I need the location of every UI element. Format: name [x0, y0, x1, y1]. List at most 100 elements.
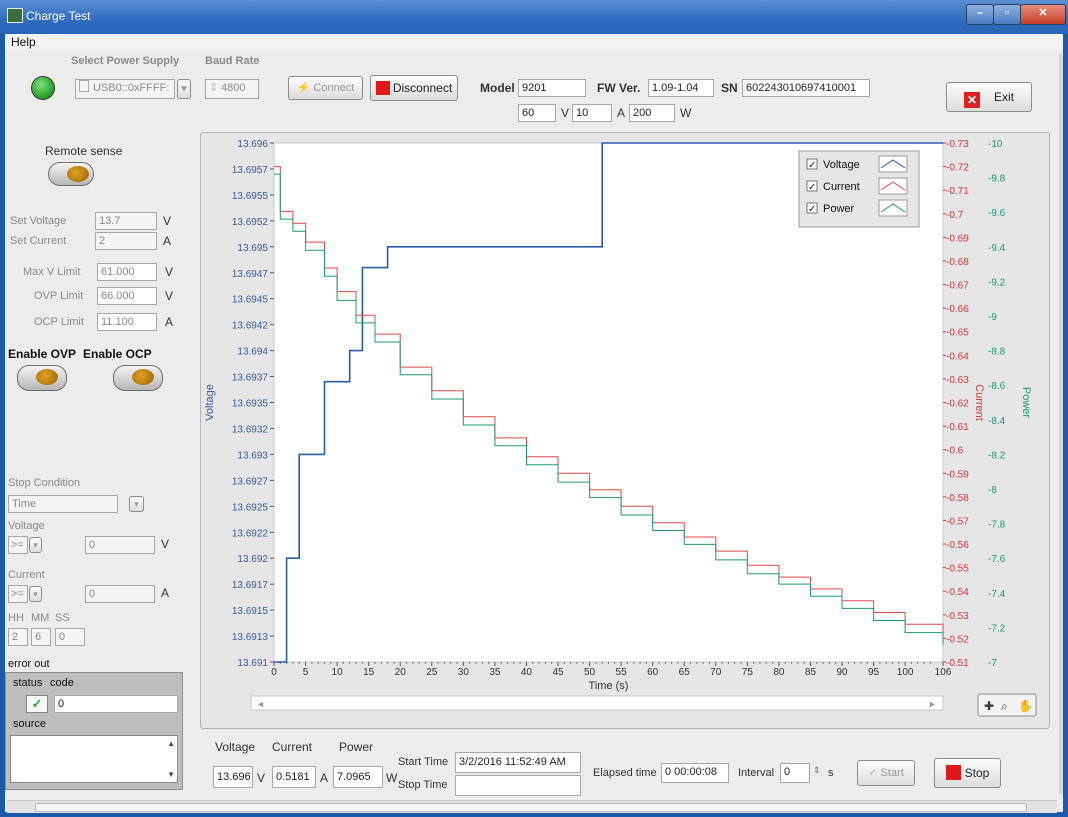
current-reading-label: Current: [272, 740, 313, 754]
y-right-current-tick-label: -0.65: [946, 328, 969, 339]
close-icon[interactable]: ✕: [1020, 4, 1066, 25]
current-condition-field[interactable]: 0: [85, 585, 155, 603]
enable-ocp-label: Enable OCP: [83, 347, 152, 361]
error-out-label: error out: [8, 658, 50, 670]
y-right-power-tick-label: -9.8: [988, 174, 1006, 185]
y-right-power-tick-label: -7.8: [988, 520, 1006, 531]
y-right-power-tick-label: -8.8: [988, 347, 1006, 358]
y-right-power-tick-label: -8: [988, 485, 997, 496]
status-label: status: [13, 677, 43, 689]
y-left-tick-label: 13.6932: [232, 424, 269, 435]
y-left-tick-label: 13.6915: [232, 606, 269, 617]
x-tick-label: 35: [489, 667, 501, 678]
x-axis-title: Time (s): [589, 680, 629, 692]
exit-button[interactable]: ✕ Exit: [946, 82, 1032, 112]
voltage-op-select[interactable]: >=: [8, 536, 28, 554]
browse-icon[interactable]: ▾: [177, 79, 191, 99]
ocp-limit-unit: A: [165, 315, 174, 329]
interval-unit: s: [828, 767, 834, 779]
legend-swatch: [878, 177, 908, 195]
x-tick-label: 90: [836, 667, 848, 678]
x-tick-label: 106: [935, 667, 952, 678]
max-power-unit: W: [680, 106, 692, 120]
scroll-down-icon[interactable]: ▼: [167, 770, 175, 779]
y-left-tick-label: 13.6947: [232, 269, 269, 280]
set-voltage-unit: V: [163, 214, 172, 228]
set-current-field[interactable]: 2: [95, 232, 157, 250]
x-tick-label: 65: [679, 667, 691, 678]
ocp-limit-field[interactable]: 11.100: [97, 313, 157, 331]
stop-condition-select[interactable]: Time: [8, 495, 118, 513]
y-right-current-tick-label: -0.61: [946, 422, 969, 433]
start-time-label: Start Time: [398, 756, 449, 768]
menu-help[interactable]: Help: [11, 35, 36, 49]
x-tick-label: 30: [458, 667, 470, 678]
connect-button[interactable]: ⚡ Connect: [288, 76, 363, 100]
start-button[interactable]: ✔ Start: [857, 760, 915, 786]
disconnect-button[interactable]: Disconnect: [370, 75, 458, 101]
y-right-current-tick-label: -0.54: [946, 587, 969, 598]
y-left-tick-label: 13.696: [237, 139, 268, 150]
x-tick-label: 45: [552, 667, 564, 678]
mm-field[interactable]: 6: [31, 628, 51, 646]
current-condition-label: Current: [8, 569, 45, 581]
current-op-dropdown-icon[interactable]: ▾: [29, 586, 42, 602]
set-voltage-label: Set Voltage: [10, 215, 67, 227]
set-voltage-field[interactable]: 13.7: [95, 212, 157, 230]
vertical-scrollbar[interactable]: [1059, 54, 1063, 794]
stop-button[interactable]: Stop: [934, 758, 1001, 788]
voltage-condition-field[interactable]: 0: [85, 536, 155, 554]
error-source-field: ▲ ▼: [10, 735, 178, 783]
current-op-select[interactable]: >=: [8, 585, 28, 603]
y-left-tick-label: 13.6955: [232, 191, 269, 202]
stop-time-field: [455, 775, 581, 796]
y-right-current-tick-label: -0.56: [946, 540, 969, 551]
connection-status-led: [31, 76, 55, 100]
sn-label: SN: [721, 81, 738, 95]
y-right-power-tick-label: -9: [988, 312, 997, 323]
enable-ovp-toggle[interactable]: [17, 365, 67, 391]
remote-sense-label: Remote sense: [45, 144, 123, 158]
y-right-current-tick-label: -0.68: [946, 257, 969, 268]
chart-svg: 13.69613.695713.695513.695213.69513.6947…: [204, 139, 1037, 717]
model-label: Model: [480, 81, 515, 95]
y-right-current-tick-label: -0.6: [946, 446, 964, 457]
remote-sense-toggle[interactable]: [48, 162, 94, 186]
y-left-tick-label: 13.6952: [232, 217, 269, 228]
ss-field[interactable]: 0: [55, 628, 85, 646]
hh-field[interactable]: 2: [8, 628, 28, 646]
y-left-tick-label: 13.6913: [232, 632, 269, 643]
title-bar: Charge Test – ▫ ✕: [0, 0, 1068, 34]
scroll-up-icon[interactable]: ▲: [167, 739, 175, 748]
voltage-op-dropdown-icon[interactable]: ▾: [29, 537, 42, 553]
scroll-left-icon: ◄: [256, 699, 265, 709]
fw-version-label: FW Ver.: [597, 81, 641, 95]
y-right-current-tick-label: -0.57: [946, 516, 969, 527]
baud-rate-field[interactable]: ⇕ 4800: [205, 79, 259, 99]
ovp-limit-field[interactable]: 66.000: [97, 287, 157, 305]
x-tick-label: 20: [395, 667, 407, 678]
horizontal-scroll-thumb[interactable]: [35, 803, 1027, 812]
dropdown-icon[interactable]: ▾: [129, 496, 144, 512]
legend-label: Power: [823, 203, 855, 215]
y-right-power-tick-label: -8.6: [988, 381, 1006, 392]
max-v-limit-unit: V: [165, 265, 174, 279]
y-right-power-tick-label: -10: [988, 139, 1003, 150]
scroll-right-icon: ►: [928, 699, 937, 709]
y-left-tick-label: 13.6935: [232, 399, 269, 410]
power-supply-select[interactable]: USB0::0xFFFF:: [75, 79, 175, 99]
current-reading-unit: A: [320, 771, 329, 785]
fw-version-field: 1.09-1.04: [648, 79, 714, 97]
interval-stepper-icon[interactable]: ⇕: [813, 765, 821, 776]
y-left-tick-label: 13.692: [237, 554, 268, 565]
interval-label: Interval: [738, 767, 775, 779]
horizontal-scrollbar[interactable]: [7, 800, 1057, 813]
maximize-icon[interactable]: ▫: [993, 4, 1021, 25]
interval-field[interactable]: 0: [780, 763, 810, 783]
power-reading-unit: W: [386, 771, 398, 785]
y-left-tick-label: 13.691: [237, 658, 268, 669]
minimize-icon[interactable]: –: [966, 4, 994, 25]
enable-ocp-toggle[interactable]: [113, 365, 163, 391]
max-v-limit-field[interactable]: 61.000: [97, 263, 157, 281]
max-v-limit-label: Max V Limit: [23, 266, 81, 278]
